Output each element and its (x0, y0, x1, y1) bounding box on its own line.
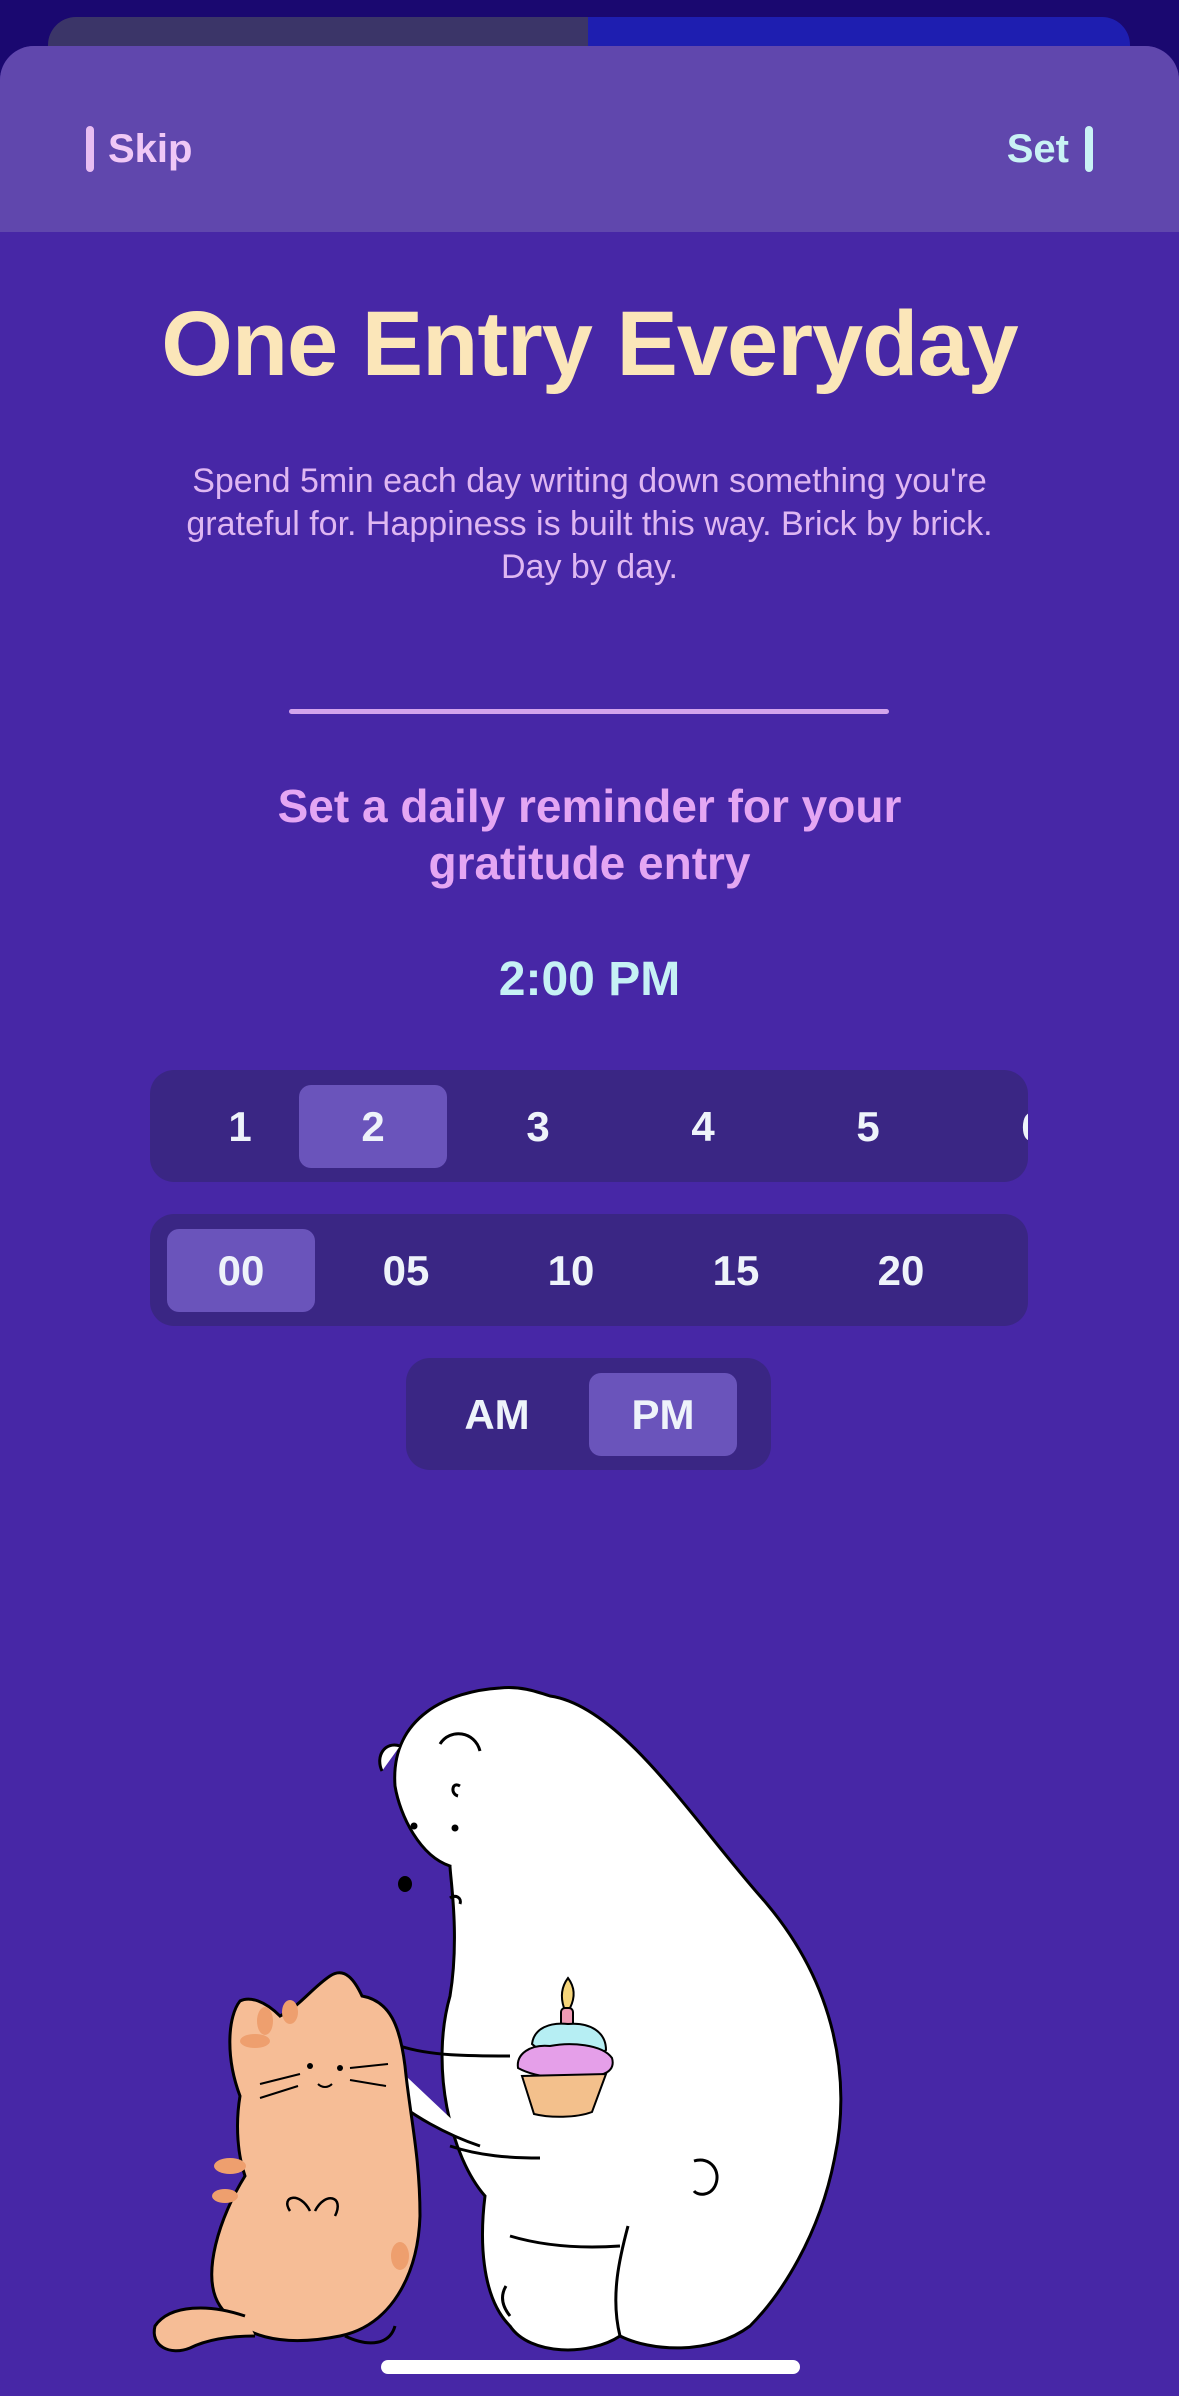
am-pm-toggle[interactable]: AM PM (406, 1358, 771, 1470)
set-accent-bar (1085, 126, 1093, 172)
reminder-heading: Set a daily reminder for your gratitude … (277, 780, 902, 889)
page-subtitle: Spend 5min each day writing down somethi… (186, 462, 993, 586)
skip-accent-bar (86, 126, 94, 172)
home-indicator[interactable] (381, 2360, 800, 2374)
minute-option-selected[interactable]: 00 (167, 1229, 315, 1312)
hour-option[interactable]: 5 (794, 1085, 942, 1168)
page-title: One Entry Everyday (161, 293, 1018, 395)
hour-option[interactable]: 4 (629, 1085, 777, 1168)
cat-icon (152, 1971, 422, 2353)
minute-option[interactable]: 10 (497, 1229, 645, 1312)
hour-option[interactable]: 1 (166, 1085, 314, 1168)
set-label: Set (1006, 126, 1069, 171)
hour-option-selected[interactable]: 2 (299, 1085, 447, 1168)
minute-option[interactable]: 15 (662, 1229, 810, 1312)
minute-picker[interactable]: 00 05 10 15 20 (150, 1214, 1028, 1326)
cat-and-bear-illustration (152, 1686, 843, 2353)
divider (289, 709, 889, 714)
hour-option[interactable]: 6 (959, 1085, 1028, 1168)
skip-button[interactable]: Skip (86, 124, 192, 174)
hour-option[interactable]: 3 (464, 1085, 612, 1168)
set-button[interactable]: Set (1007, 124, 1093, 174)
onboarding-sheet: Skip Set One Entry Everyday Spend 5min e… (0, 46, 1179, 2396)
hour-picker[interactable]: 1 2 3 4 5 6 (150, 1070, 1028, 1182)
minute-option[interactable]: 20 (827, 1229, 975, 1312)
minute-option[interactable]: 05 (332, 1229, 480, 1312)
pm-option-selected[interactable]: PM (589, 1373, 737, 1456)
top-bar: Skip Set (0, 46, 1179, 232)
polar-bear-icon (378, 1686, 843, 2352)
am-option[interactable]: AM (423, 1373, 571, 1456)
selected-time: 2:00 PM (498, 953, 681, 1006)
skip-label: Skip (108, 126, 193, 171)
